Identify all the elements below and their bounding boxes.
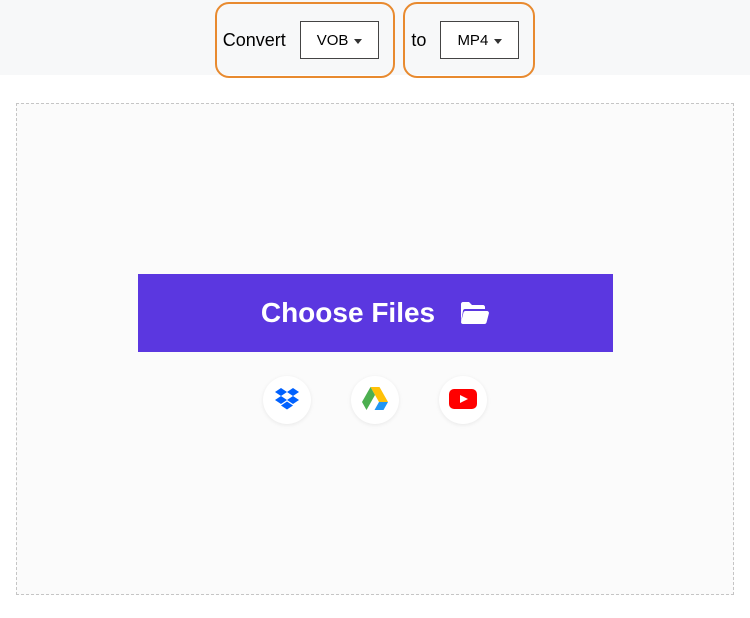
from-format-value: VOB [317, 32, 349, 49]
dropbox-icon [274, 388, 300, 413]
cloud-sources-row [263, 376, 487, 424]
folder-open-icon [459, 300, 489, 326]
to-format-dropdown[interactable]: MP4 [440, 21, 519, 59]
chevron-down-icon [494, 39, 502, 44]
main-area: Choose Files [0, 75, 750, 611]
google-drive-button[interactable] [351, 376, 399, 424]
choose-files-button[interactable]: Choose Files [138, 274, 613, 352]
format-selection-bar: Convert VOB to MP4 [0, 0, 750, 75]
convert-label: Convert [223, 30, 286, 51]
convert-to-group: to MP4 [403, 2, 535, 78]
google-drive-icon [362, 387, 388, 413]
youtube-icon [449, 389, 477, 412]
chevron-down-icon [354, 39, 362, 44]
choose-files-label: Choose Files [261, 297, 435, 329]
convert-from-group: Convert VOB [215, 2, 396, 78]
youtube-button[interactable] [439, 376, 487, 424]
from-format-dropdown[interactable]: VOB [300, 21, 380, 59]
file-drop-zone[interactable]: Choose Files [16, 103, 734, 595]
to-format-value: MP4 [457, 32, 488, 49]
to-label: to [411, 30, 426, 51]
dropbox-button[interactable] [263, 376, 311, 424]
